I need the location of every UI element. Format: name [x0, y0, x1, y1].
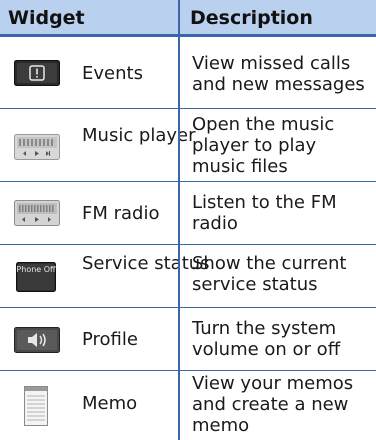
header-widget: Widget: [8, 7, 85, 29]
column-divider: [178, 0, 180, 440]
table-header: Widget Description: [0, 0, 376, 37]
widget-label: Profile: [82, 329, 138, 350]
fm-radio-icon: [14, 200, 60, 226]
widget-label: FM radio: [82, 203, 160, 224]
music-player-icon: [14, 134, 60, 160]
description-text: Turn the system volume on or off: [192, 318, 341, 360]
widget-label: Service status: [82, 253, 210, 274]
table-row: Phone Off Service status Show the curren…: [0, 245, 376, 308]
table-row: Events View missed calls and new message…: [0, 37, 376, 109]
table-row: Profile Turn the system volume on or off: [0, 308, 376, 371]
widget-label: Memo: [82, 393, 138, 414]
description-text: View your memos and create a new memo: [192, 373, 354, 436]
widget-label: Events: [82, 63, 143, 84]
profile-icon: [14, 327, 60, 353]
header-description: Description: [190, 7, 313, 29]
description-text: View missed calls and new messages: [192, 53, 365, 95]
events-icon: [14, 60, 60, 86]
widget-table: Widget Description Events View missed ca…: [0, 0, 376, 440]
service-status-icon: Phone Off: [16, 262, 56, 292]
description-text: Show the current service status: [192, 253, 347, 295]
description-text: Open the music player to play music file…: [192, 114, 335, 177]
table-row: FM radio Listen to the FM radio: [0, 182, 376, 245]
memo-icon: [24, 386, 48, 426]
service-status-icon-text: Phone Off: [16, 265, 56, 274]
table-row: Memo View your memos and create a new me…: [0, 371, 376, 440]
description-text: Listen to the FM radio: [192, 192, 337, 234]
table-row: Music player Open the music player to pl…: [0, 109, 376, 182]
